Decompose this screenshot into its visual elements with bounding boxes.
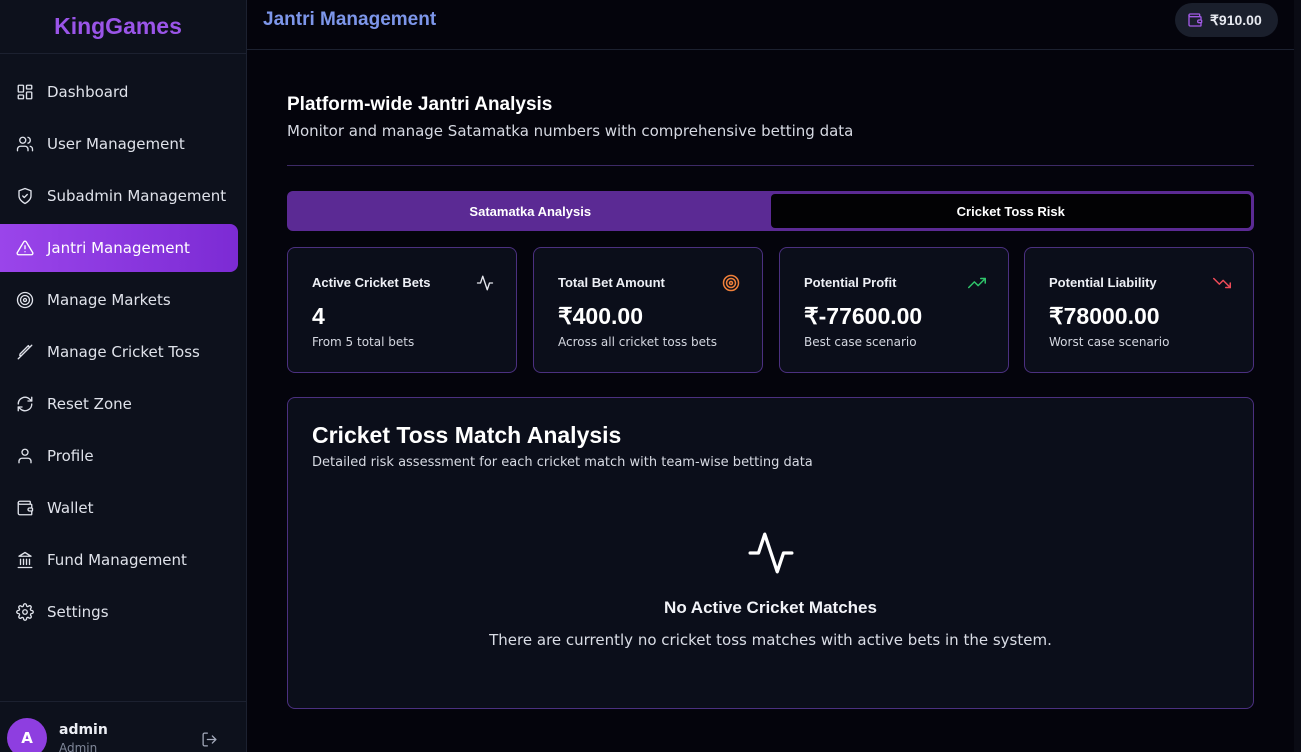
cricket-toss-analysis-panel: Cricket Toss Match Analysis Detailed ris… [287,397,1254,709]
gear-icon [16,603,34,621]
analysis-tabs: Satamatka Analysis Cricket Toss Risk [287,191,1254,231]
sidebar-item-manage-cricket-toss[interactable]: Manage Cricket Toss [0,328,238,376]
wallet-icon [1187,12,1203,28]
users-icon [16,135,34,153]
user-role: Admin [59,741,98,752]
sidebar-item-label: Fund Management [47,551,187,569]
stat-card-potential-liability: Potential Liability ₹78000.00 Worst case… [1024,247,1254,373]
header-title: Jantri Management [263,9,437,30]
stat-note: Best case scenario [804,335,917,349]
sidebar: KingGames Dashboard User Management Suba… [0,0,247,752]
brand-logo[interactable]: KingGames [0,0,246,54]
cricket-bat-icon [16,343,34,361]
sidebar-item-subadmin-management[interactable]: Subadmin Management [0,172,238,220]
wallet-icon [16,499,34,517]
stat-label: Potential Profit [804,275,897,290]
stat-note: From 5 total bets [312,335,415,349]
user-panel: A admin Admin [0,701,247,752]
sidebar-nav: Dashboard User Management Subadmin Manag… [0,68,247,640]
user-icon [16,447,34,465]
sidebar-item-jantri-management[interactable]: Jantri Management [0,224,238,272]
sidebar-item-manage-markets[interactable]: Manage Markets [0,276,238,324]
sidebar-item-label: Wallet [47,499,94,517]
logout-icon[interactable] [201,731,218,748]
stat-label: Total Bet Amount [558,275,665,290]
page-title: Platform-wide Jantri Analysis [287,94,553,115]
bank-icon [16,551,34,569]
target-icon [722,274,740,292]
sidebar-item-label: Dashboard [47,83,129,101]
wallet-balance-button[interactable]: ₹910.00 [1175,3,1278,37]
divider [287,165,1254,166]
sidebar-item-dashboard[interactable]: Dashboard [0,68,238,116]
wallet-balance: ₹910.00 [1210,11,1262,28]
sidebar-item-label: Manage Cricket Toss [47,343,200,361]
top-header: Jantri Management ₹910.00 [247,0,1294,50]
stat-card-potential-profit: Potential Profit ₹-77600.00 Best case sc… [779,247,1009,373]
sidebar-item-label: User Management [47,135,185,153]
dashboard-icon [16,83,34,101]
scrollbar[interactable] [1294,0,1301,752]
stat-note: Across all cricket toss bets [558,335,717,349]
tab-cricket-toss-risk[interactable]: Cricket Toss Risk [770,194,1251,228]
sidebar-item-label: Profile [47,447,94,465]
stat-value: ₹78000.00 [1049,303,1160,329]
app-root: KingGames Dashboard User Management Suba… [0,0,1301,752]
trending-up-icon [968,274,986,292]
stat-card-active-bets: Active Cricket Bets 4 From 5 total bets [287,247,517,373]
refresh-icon [16,395,34,413]
shield-icon [16,187,34,205]
activity-icon [476,274,494,292]
stat-value: 4 [312,303,325,329]
stat-value: ₹-77600.00 [804,303,923,329]
empty-state-title: No Active Cricket Matches [664,598,877,617]
trending-down-icon [1213,274,1231,292]
sidebar-item-label: Jantri Management [47,239,190,257]
avatar[interactable]: A [7,718,47,752]
page-subtitle: Monitor and manage Satamatka numbers wit… [287,122,854,140]
user-name: admin [59,722,108,738]
stats-row: Active Cricket Bets 4 From 5 total bets … [287,247,1254,373]
sidebar-item-user-management[interactable]: User Management [0,120,238,168]
sidebar-item-label: Settings [47,603,109,621]
sidebar-item-label: Subadmin Management [47,187,227,205]
main-content: Platform-wide Jantri Analysis Monitor an… [247,50,1294,752]
stat-card-total-bet-amount: Total Bet Amount ₹400.00 Across all cric… [533,247,763,373]
brand-name: KingGames [54,13,182,39]
sidebar-item-label: Reset Zone [47,395,132,413]
sidebar-item-fund-management[interactable]: Fund Management [0,536,238,584]
stat-note: Worst case scenario [1049,335,1170,349]
stat-label: Active Cricket Bets [312,275,431,290]
warning-icon [16,239,34,257]
activity-icon [746,528,796,578]
tab-satamatka-analysis[interactable]: Satamatka Analysis [290,194,771,228]
panel-title: Cricket Toss Match Analysis [312,422,622,448]
sidebar-item-reset-zone[interactable]: Reset Zone [0,380,238,428]
stat-label: Potential Liability [1049,275,1157,290]
target-icon [16,291,34,309]
panel-subtitle: Detailed risk assessment for each cricke… [312,455,813,470]
stat-value: ₹400.00 [558,303,643,329]
sidebar-item-label: Manage Markets [47,291,171,309]
sidebar-item-profile[interactable]: Profile [0,432,238,480]
sidebar-item-settings[interactable]: Settings [0,588,238,636]
sidebar-item-wallet[interactable]: Wallet [0,484,238,532]
empty-state-text: There are currently no cricket toss matc… [489,631,1052,649]
